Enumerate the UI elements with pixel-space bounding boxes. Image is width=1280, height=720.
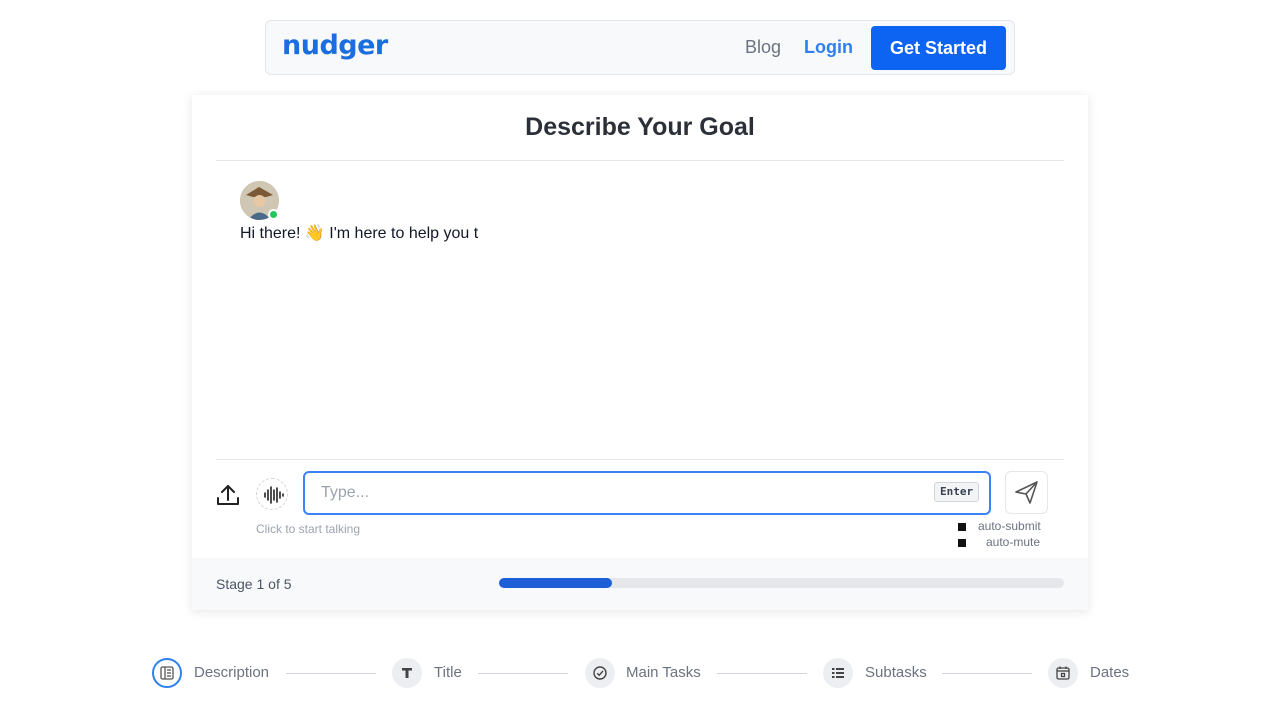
calendar-icon bbox=[1056, 666, 1070, 680]
step-subtasks-icon[interactable] bbox=[823, 658, 853, 688]
auto-submit-label: auto-submit bbox=[978, 519, 1041, 533]
auto-mute-label: auto-mute bbox=[986, 535, 1041, 549]
send-button[interactable] bbox=[1005, 471, 1048, 514]
chat-input[interactable] bbox=[303, 471, 991, 515]
step-connector bbox=[942, 673, 1032, 674]
step-title-icon[interactable] bbox=[392, 658, 422, 688]
page-title: Describe Your Goal bbox=[525, 113, 755, 141]
upload-icon[interactable] bbox=[214, 481, 242, 509]
divider bbox=[216, 459, 1064, 460]
stage-text: Stage 1 of 5 bbox=[216, 576, 292, 592]
auto-mute-checkbox[interactable] bbox=[958, 538, 966, 547]
text-icon bbox=[402, 668, 412, 678]
auto-mute-option[interactable]: auto-mute bbox=[958, 535, 1040, 549]
step-subtasks-label[interactable]: Subtasks bbox=[865, 664, 927, 681]
step-description-icon[interactable] bbox=[152, 658, 182, 688]
online-status-indicator bbox=[268, 209, 279, 220]
auto-submit-checkbox[interactable] bbox=[958, 522, 966, 531]
step-main-tasks-icon[interactable] bbox=[585, 658, 615, 688]
step-connector bbox=[717, 673, 807, 674]
divider bbox=[216, 160, 1064, 161]
progress-fill bbox=[499, 578, 612, 588]
voice-input-button[interactable] bbox=[256, 478, 288, 510]
goal-card: Describe Your Goal Hi there! 👋 I'm here … bbox=[192, 95, 1088, 610]
waveform-icon bbox=[264, 486, 284, 504]
nav-blog-link[interactable]: Blog bbox=[745, 37, 781, 58]
progress-bar bbox=[499, 578, 1064, 588]
top-nav: nudger Blog Login Get Started bbox=[265, 20, 1015, 75]
list-icon bbox=[832, 668, 844, 678]
enter-key-hint: Enter bbox=[934, 482, 980, 502]
step-dates-label[interactable]: Dates bbox=[1090, 664, 1129, 681]
step-dates-icon[interactable] bbox=[1048, 658, 1078, 688]
step-main-tasks-label[interactable]: Main Tasks bbox=[626, 664, 701, 681]
step-description-label[interactable]: Description bbox=[194, 664, 269, 681]
step-title-label[interactable]: Title bbox=[434, 664, 462, 681]
step-connector bbox=[286, 673, 376, 674]
auto-submit-option[interactable]: auto-submit bbox=[958, 519, 1041, 533]
check-circle-icon bbox=[593, 666, 607, 680]
send-icon bbox=[1015, 481, 1038, 504]
stage-bar: Stage 1 of 5 bbox=[192, 558, 1088, 610]
document-icon bbox=[160, 666, 174, 680]
assistant-message: Hi there! 👋 I'm here to help you t bbox=[240, 225, 479, 242]
step-connector bbox=[478, 673, 568, 674]
mic-hint: Click to start talking bbox=[256, 522, 361, 536]
nav-login-link[interactable]: Login bbox=[804, 37, 853, 58]
logo[interactable]: nudger bbox=[282, 30, 388, 61]
get-started-button[interactable]: Get Started bbox=[871, 26, 1006, 70]
